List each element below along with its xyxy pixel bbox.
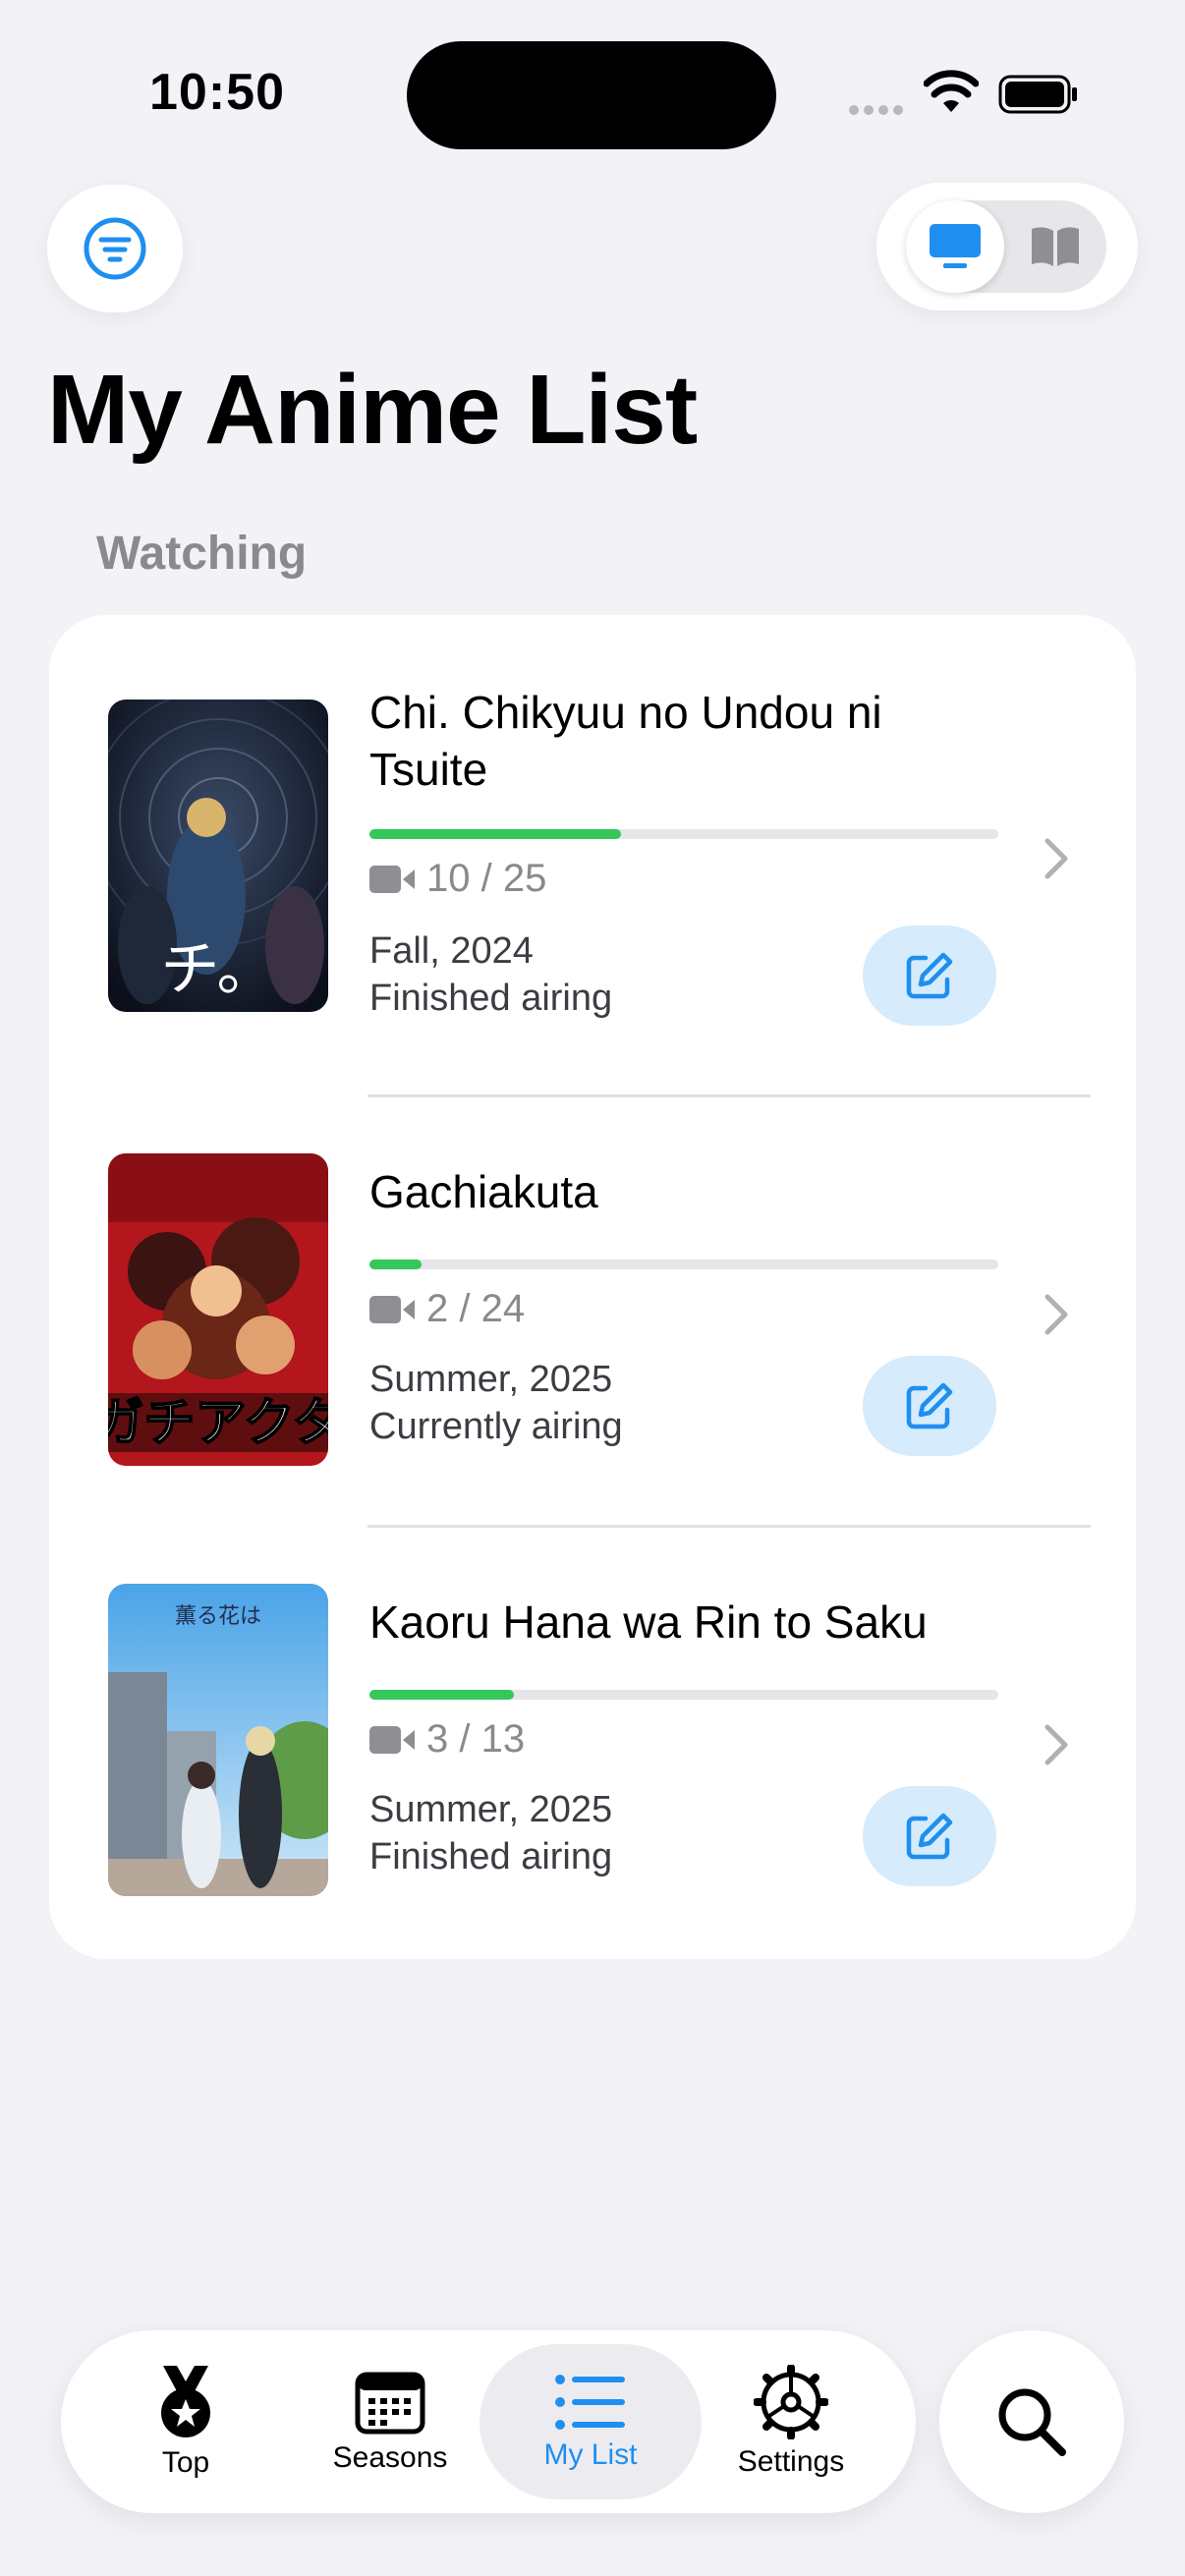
tab-bar: Top Seasons My List Settings	[61, 2330, 916, 2513]
search-icon	[998, 2388, 1066, 2456]
anime-title: Gachiakuta	[369, 1166, 598, 1217]
svg-text:チ。: チ。	[161, 935, 276, 1004]
anime-title: Kaoru Hana wa Rin to Saku	[369, 1596, 928, 1648]
anime-list-card: チ。 Chi. Chikyuu no Undou ni Tsuite 10 / …	[49, 615, 1136, 1959]
media-type-toggle[interactable]	[876, 183, 1138, 310]
row-divider	[367, 1525, 1091, 1528]
tab-my-list[interactable]: My List	[480, 2344, 702, 2499]
progress-fill	[369, 829, 621, 839]
toggle-option-anime[interactable]	[906, 200, 1004, 293]
episode-progress-bar	[369, 829, 998, 839]
poster-image: ガチアクタ	[108, 1153, 328, 1466]
chevron-right-icon	[1044, 1724, 1068, 1765]
poster-image: チ。	[108, 700, 328, 1012]
tab-label: Settings	[737, 2445, 845, 2478]
filter-icon	[84, 217, 146, 280]
edit-button[interactable]	[863, 925, 996, 1026]
edit-button[interactable]	[863, 1786, 996, 1886]
episode-count: 3 / 13	[369, 1717, 525, 1762]
book-icon	[1032, 227, 1079, 266]
tab-top[interactable]: Top	[75, 2344, 297, 2499]
episode-count-text: 10 / 25	[426, 857, 547, 900]
wifi-icon	[924, 70, 979, 112]
calendar-icon	[355, 2372, 425, 2435]
tab-label: Seasons	[332, 2441, 448, 2474]
season-text: Summer, 2025	[369, 1789, 613, 1830]
episode-count-text: 3 / 13	[426, 1717, 526, 1761]
episode-count-text: 2 / 24	[426, 1287, 526, 1330]
svg-text:ガチアクタ: ガチアクタ	[108, 1394, 328, 1453]
tv-icon	[930, 224, 981, 268]
list-item[interactable]: ガチアクタ Gachiakuta 2 / 24 Summer, 2025 Cur…	[49, 1098, 1136, 1527]
battery-icon	[998, 75, 1077, 114]
toggle-track	[906, 200, 1106, 293]
chevron-right-icon	[1044, 838, 1068, 879]
chevron-right-icon	[1044, 1294, 1068, 1335]
row-divider	[367, 1094, 1091, 1097]
edit-icon	[906, 1813, 953, 1860]
search-button[interactable]	[939, 2330, 1124, 2513]
episode-count: 10 / 25	[369, 857, 546, 901]
airing-status: Finished airing	[369, 1836, 613, 1877]
season-text: Fall, 2024	[369, 930, 534, 972]
list-item[interactable]: チ。 Chi. Chikyuu no Undou ni Tsuite 10 / …	[49, 615, 1136, 1091]
list-icon	[555, 2375, 625, 2430]
edit-icon	[906, 952, 953, 999]
season-text: Summer, 2025	[369, 1359, 613, 1400]
toggle-option-manga[interactable]	[1018, 200, 1093, 293]
episode-progress-bar	[369, 1690, 998, 1700]
medal-icon	[161, 2366, 210, 2437]
list-item[interactable]: 薫る花は Kaoru Hana wa Rin to Saku 3 / 13 Su…	[49, 1529, 1136, 1959]
anime-title: Chi. Chikyuu no Undou ni Tsuite	[369, 687, 882, 795]
svg-text:薫る花は: 薫る花は	[175, 1604, 261, 1629]
tab-label: My List	[543, 2438, 638, 2471]
page-title: My Anime List	[47, 355, 698, 465]
poster-image: 薫る花は	[108, 1584, 328, 1896]
airing-status: Currently airing	[369, 1406, 623, 1447]
status-time: 10:50	[149, 64, 285, 121]
episode-progress-bar	[369, 1260, 998, 1269]
dynamic-island	[407, 41, 776, 149]
progress-fill	[369, 1690, 515, 1700]
edit-icon	[906, 1382, 953, 1429]
video-camera-icon	[369, 1295, 415, 1323]
section-header-watching: Watching	[96, 528, 308, 580]
airing-status: Finished airing	[369, 978, 613, 1019]
gear-icon	[754, 2365, 828, 2439]
tab-settings[interactable]: Settings	[680, 2344, 902, 2499]
progress-fill	[369, 1260, 423, 1269]
episode-count: 2 / 24	[369, 1287, 525, 1331]
edit-button[interactable]	[863, 1356, 996, 1456]
filter-button[interactable]	[47, 185, 183, 312]
video-camera-icon	[369, 1725, 415, 1754]
video-camera-icon	[369, 865, 415, 893]
cellular-signal-icon	[849, 102, 908, 120]
tab-label: Top	[161, 2446, 210, 2479]
tab-seasons[interactable]: Seasons	[279, 2344, 501, 2499]
